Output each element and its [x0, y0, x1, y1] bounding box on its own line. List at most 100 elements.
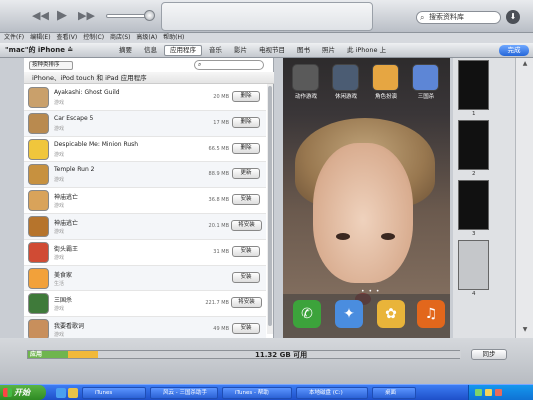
app-category: 游戏 — [54, 228, 65, 235]
page-thumbnails: 1 2 3 4 — [453, 58, 515, 338]
menu-file[interactable]: 文件(F) — [4, 33, 24, 43]
app-name: 神庙逃亡 — [54, 194, 79, 202]
app-row[interactable]: Despicable Me: Minion Rush 游戏 66.5 MB 删除 — [24, 137, 266, 163]
tray-network-icon[interactable] — [475, 389, 482, 396]
volume-knob[interactable] — [144, 10, 155, 21]
tab-tv-shows[interactable]: 电视节目 — [254, 45, 290, 56]
app-row[interactable]: 神庙逃亡 游戏 36.8 MB 安装 — [24, 188, 266, 214]
home-folder-icon[interactable] — [412, 64, 439, 91]
taskbar-button[interactable]: 桌面 — [372, 387, 416, 399]
taskbar-button[interactable]: 风云 - 三国杀助手 — [150, 387, 218, 399]
music-app-icon[interactable]: ♫ — [417, 300, 445, 328]
sync-button[interactable]: 同步 — [471, 349, 507, 360]
app-row[interactable]: 美食家 生活 安装 — [24, 265, 266, 292]
home-folder-icon[interactable] — [372, 64, 399, 91]
app-category: 游戏 — [54, 203, 65, 210]
device-name[interactable]: "mac"的 iPhone ≐ — [5, 45, 73, 55]
page-thumbnail[interactable] — [458, 180, 489, 230]
tab-on-this-iphone[interactable]: 此 iPhone 上 — [342, 45, 391, 56]
page-number: 4 — [472, 291, 476, 297]
start-button[interactable]: 开始 — [0, 385, 46, 400]
tab-movies[interactable]: 影片 — [229, 45, 252, 56]
menu-advanced[interactable]: 高级(A) — [136, 33, 157, 43]
app-name: Temple Run 2 — [54, 166, 95, 174]
downloads-icon[interactable]: ⬇ — [506, 10, 520, 24]
tab-info[interactable]: 信息 — [139, 45, 162, 56]
app-row[interactable]: Temple Run 2 游戏 88.9 MB 更新 — [24, 162, 266, 189]
page-thumbnail[interactable] — [458, 240, 489, 290]
search-icon: ⌕ — [420, 13, 425, 22]
app-row[interactable]: 三国杀 游戏 221.7 MB 将安装 — [24, 291, 266, 318]
app-name: 街头霸王 — [54, 245, 79, 253]
status-display — [161, 2, 373, 31]
play-button[interactable]: ▶ — [55, 9, 69, 23]
safari-app-icon[interactable]: ✦ — [335, 300, 363, 328]
app-icon — [28, 241, 49, 263]
apps-panel-header: iPhone、iPod touch 和 iPad 应用程序 — [24, 72, 274, 84]
app-action-button[interactable]: 将安装 — [231, 219, 262, 231]
thumbs-scrollbar[interactable]: ▲ ▼ — [515, 58, 533, 338]
app-action-button[interactable]: 安装 — [232, 271, 260, 283]
capacity-apps-label: 应用 — [30, 351, 43, 358]
quicklaunch-folder-icon[interactable] — [68, 388, 78, 398]
app-icon — [28, 112, 49, 134]
home-folder-icon[interactable] — [332, 64, 359, 91]
home-screen-preview[interactable]: 动作游戏 休闲游戏 角色扮演 三国杀 • • • ✆ ✦ ✿ ♫ — [283, 58, 450, 338]
tab-photos[interactable]: 照片 — [317, 45, 340, 56]
app-size: 17 MB — [213, 119, 229, 126]
menu-store[interactable]: 商店(S) — [110, 33, 131, 43]
page-number: 1 — [472, 111, 476, 117]
app-action-button[interactable]: 将安装 — [231, 297, 262, 309]
apps-panel: 按种类排序 ⌕ iPhone、iPod touch 和 iPad 应用程序 Ay… — [24, 58, 274, 343]
app-action-button[interactable]: 更新 — [232, 168, 260, 180]
sort-dropdown[interactable]: 按种类排序 — [29, 61, 73, 70]
wallpaper-eye-left — [336, 233, 350, 240]
phone-app-icon[interactable]: ✆ — [293, 300, 321, 328]
page-number: 2 — [472, 171, 476, 177]
page-thumbnail[interactable] — [458, 60, 489, 110]
taskbar-button[interactable]: iTunes - 帮助 — [222, 387, 292, 399]
app-category: 游戏 — [54, 254, 65, 261]
app-row[interactable]: 神庙逃亡 游戏 20.1 MB 将安装 — [24, 213, 266, 240]
system-tray — [468, 385, 533, 400]
scroll-down-icon[interactable]: ▼ — [520, 326, 530, 334]
app-action-button[interactable]: 删除 — [232, 91, 260, 102]
taskbar-button[interactable]: 本地磁盘 (C:) — [296, 387, 368, 399]
apps-search-input[interactable]: ⌕ — [194, 60, 264, 70]
app-row[interactable]: 街头霸王 游戏 31 MB 安装 — [24, 240, 266, 266]
tab-music[interactable]: 音乐 — [204, 45, 227, 56]
next-button[interactable]: ▶▶ — [78, 9, 95, 23]
tray-security-icon[interactable] — [495, 389, 502, 396]
taskbar-button[interactable]: iTunes — [82, 387, 146, 399]
app-action-button[interactable]: 删除 — [232, 142, 260, 154]
app-name: 我要看歌词 — [54, 323, 85, 331]
tab-summary[interactable]: 摘要 — [114, 45, 137, 56]
menu-control[interactable]: 控制(C) — [83, 33, 104, 43]
home-folder-icon[interactable] — [292, 64, 319, 91]
tab-books[interactable]: 图书 — [292, 45, 315, 56]
app-action-button[interactable]: 安装 — [232, 194, 260, 206]
app-name: Ayakashi: Ghost Guild — [54, 89, 120, 96]
page-thumbnail[interactable] — [458, 120, 489, 170]
tray-volume-icon[interactable] — [485, 389, 492, 396]
menu-view[interactable]: 查看(V) — [56, 33, 77, 43]
search-field[interactable]: ⌕ 搜索资料库 — [416, 11, 501, 24]
app-action-button[interactable]: 安装 — [232, 323, 260, 335]
scroll-up-icon[interactable]: ▲ — [520, 60, 530, 68]
menu-edit[interactable]: 编辑(E) — [30, 33, 50, 43]
menu-help[interactable]: 帮助(H) — [163, 33, 184, 43]
apps-scroll-thumb[interactable] — [268, 86, 272, 326]
app-icon — [28, 267, 49, 289]
quicklaunch-ie-icon[interactable] — [56, 388, 66, 398]
app-icon — [28, 164, 49, 186]
photos-app-icon[interactable]: ✿ — [377, 300, 405, 328]
app-action-button[interactable]: 删除 — [232, 116, 260, 128]
app-row[interactable]: Car Escape 5 游戏 17 MB 删除 — [24, 110, 266, 137]
previous-button[interactable]: ◀◀ — [32, 9, 49, 23]
app-action-button[interactable]: 安装 — [232, 245, 260, 257]
tab-apps[interactable]: 应用程序 — [164, 45, 202, 56]
app-category: 游戏 — [54, 177, 65, 184]
menu-bar: 文件(F) 编辑(E) 查看(V) 控制(C) 商店(S) 高级(A) 帮助(H… — [0, 33, 533, 43]
done-button[interactable]: 完成 — [499, 45, 529, 56]
app-row[interactable]: Ayakashi: Ghost Guild 游戏 20 MB 删除 — [24, 85, 266, 111]
